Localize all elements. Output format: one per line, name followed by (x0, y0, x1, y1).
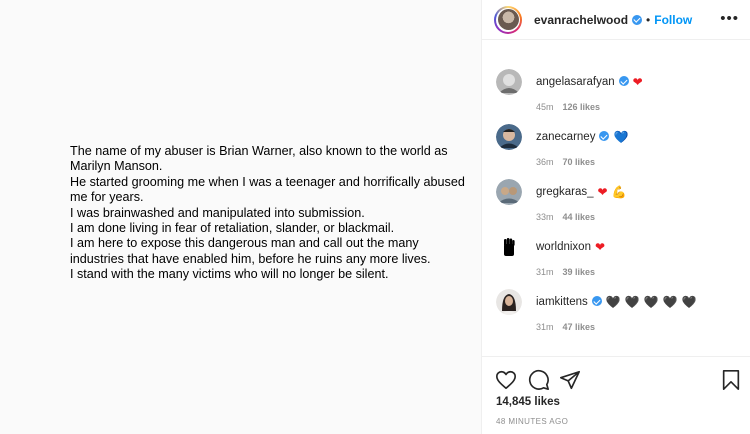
comment-text: angelasarafyan ❤ (536, 75, 643, 89)
comment-username[interactable]: angelasarafyan (536, 76, 615, 88)
comment-bubble-icon[interactable] (528, 369, 550, 391)
comment-username[interactable]: zanecarney (536, 131, 595, 143)
more-options-icon[interactable]: ••• (720, 11, 739, 26)
paper-plane-icon[interactable] (559, 369, 581, 391)
header-username[interactable]: evanrachelwood (534, 13, 628, 27)
comment-avatar[interactable] (496, 69, 522, 95)
comment-meta: 45m 126 likes (536, 102, 600, 112)
comment-item: gregkaras_ ❤ 💪 33m 44 likes (496, 179, 736, 231)
follow-button[interactable]: Follow (654, 13, 692, 27)
verified-badge-icon (599, 131, 610, 141)
comment-text: gregkaras_ ❤ 💪 (536, 185, 627, 199)
comment-meta: 36m 70 likes (536, 157, 595, 167)
post-timestamp[interactable]: 48 MINUTES AGO (496, 417, 568, 426)
comment-emoji: ❤ (632, 75, 643, 89)
comment-text: zanecarney 💙 (536, 130, 628, 144)
comment-time: 31m (536, 267, 554, 277)
comment-time: 33m (536, 212, 554, 222)
comment-emoji: 🖤 (681, 295, 697, 309)
verified-badge-icon (632, 14, 643, 25)
verified-badge-icon (591, 296, 602, 306)
post-image[interactable]: The name of my abuser is Brian Warner, a… (0, 0, 481, 434)
comment-time: 36m (536, 157, 554, 167)
comment-time: 31m (536, 322, 554, 332)
comment-avatar[interactable] (496, 289, 522, 315)
post-text-line: I was brainwashed and manipulated into s… (70, 205, 365, 220)
comment-likes[interactable]: 126 likes (563, 102, 601, 112)
post-sidebar: evanrachelwood • Follow ••• angelasarafy… (481, 0, 750, 434)
comment-avatar[interactable] (496, 234, 522, 260)
post-actions: 14,845 likes 48 MINUTES AGO (482, 356, 750, 434)
comment-time: 45m (536, 102, 554, 112)
post-text-line: I stand with the many victims who will n… (70, 267, 389, 282)
heart-outline-icon[interactable] (495, 369, 517, 391)
profile-avatar[interactable] (494, 5, 522, 34)
comment-likes[interactable]: 39 likes (563, 267, 596, 277)
comment-meta: 33m 44 likes (536, 212, 595, 222)
comment-text: worldnixon ❤ (536, 240, 605, 254)
header-separator: • (646, 12, 651, 27)
comment-emoji: ❤ (594, 240, 606, 254)
comment-username[interactable]: worldnixon (536, 241, 591, 253)
comment-emoji: 💪 (611, 185, 627, 199)
avatar-image (497, 9, 519, 30)
post-text-line: I am done living in fear of retaliation,… (70, 221, 395, 236)
post-text-line: He started grooming me when I was a teen… (70, 174, 465, 205)
post-header: evanrachelwood • Follow ••• (482, 0, 750, 40)
verified-badge-icon (618, 76, 629, 86)
comment-item: angelasarafyan ❤ 45m 126 likes (496, 69, 736, 121)
comment-username[interactable]: gregkaras_ (536, 186, 594, 198)
likes-count[interactable]: 14,845 likes (496, 396, 560, 408)
comment-emoji: 🖤 (643, 295, 659, 309)
comment-likes[interactable]: 47 likes (563, 322, 596, 332)
comment-emoji: 🖤 (662, 295, 678, 309)
avatar-ring-inner (496, 7, 520, 32)
comment-emoji: 🖤 (605, 295, 621, 309)
comment-likes[interactable]: 44 likes (563, 212, 596, 222)
comment-text: iamkittens 🖤 🖤 🖤 🖤 🖤 (536, 295, 697, 309)
comment-item: zanecarney 💙 36m 70 likes (496, 124, 736, 176)
comment-emoji: 💙 (613, 130, 629, 144)
comment-likes[interactable]: 70 likes (563, 157, 596, 167)
post-text-line: I am here to expose this dangerous man a… (70, 236, 431, 266)
comment-emoji: ❤ (597, 185, 608, 199)
comment-emoji: 🖤 (624, 295, 640, 309)
comment-item: worldnixon ❤ 31m 39 likes (496, 234, 736, 286)
instagram-post: The name of my abuser is Brian Warner, a… (0, 0, 750, 434)
comment-meta: 31m 47 likes (536, 322, 595, 332)
comment-meta: 31m 39 likes (536, 267, 595, 277)
comment-avatar[interactable] (496, 179, 522, 205)
post-text-line: The name of my abuser is Brian Warner, a… (70, 144, 448, 174)
comment-username[interactable]: iamkittens (536, 296, 588, 308)
comment-avatar[interactable] (496, 124, 522, 150)
comment-item: iamkittens 🖤 🖤 🖤 🖤 🖤 31m 47 likes (496, 289, 736, 341)
post-image-text: The name of my abuser is Brian Warner, a… (70, 144, 470, 283)
bookmark-icon[interactable] (720, 369, 742, 391)
